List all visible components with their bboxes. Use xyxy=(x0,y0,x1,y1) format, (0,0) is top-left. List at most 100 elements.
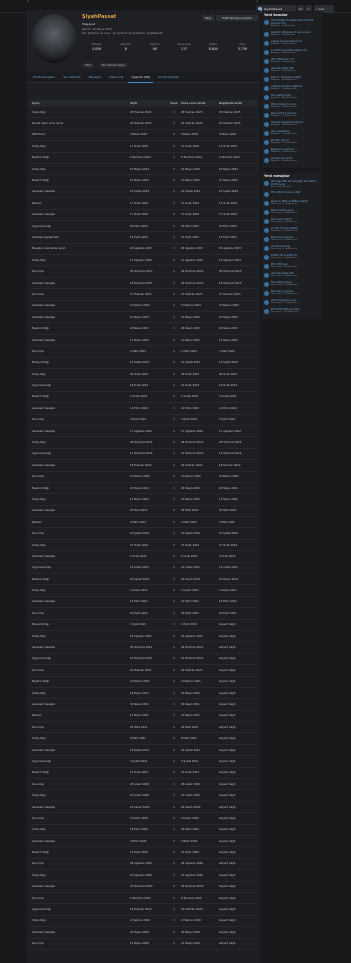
new-post-item[interactable]: RTX 4060 model ne 2GB xyxy=(264,191,320,198)
table-row[interactable]: Başlık kirliliği 27 Nisan 2024 1 27 Nisan 2… xyxy=(30,175,257,187)
table-cell[interactable]: Başlık kirliliği xyxy=(30,395,130,398)
table-cell[interactable]: Uygunsuz bilgi xyxy=(30,452,130,455)
table-row[interactable]: Yanlış bilgi 2 Haziran 2020 1 2 Haziran 202… xyxy=(30,916,257,928)
table-row[interactable]: Gereksiz mesajlar 10 Mayıs 2023 1 10 Mayıs … xyxy=(30,312,257,324)
table-cell[interactable]: Gereksiz mesajlar xyxy=(30,464,130,467)
column-header[interactable]: Tarih xyxy=(130,102,167,105)
new-post-item-title[interactable]: RTX 4060 model ne 2GB xyxy=(271,191,300,194)
table-row[interactable]: Mesajları okumadan yanıt 20 Ağustos 2023 1… xyxy=(30,244,257,256)
table-row[interactable]: Başlık kirliliği 2 Aralık 2022 1 2 Aralık 2… xyxy=(30,392,257,404)
table-row[interactable]: Gereksiz mesajlar 17 Ocak 2024 1 17 Ocak 20… xyxy=(30,210,257,221)
table-cell[interactable]: Başlık kirliliği xyxy=(30,680,130,683)
table-row[interactable]: Gereksiz mesajlar 30 Temmuz 2021 1 30 Temmu… xyxy=(30,642,257,654)
table-cell[interactable]: Başlık kirliliği xyxy=(30,851,130,854)
table-row[interactable]: Yanlış bilgi 18 Ekim 2020 1 18 Ekim 2020 Geç… xyxy=(30,825,257,836)
new-post-item[interactable]: İnternet kotası bitti Son mesaj · 9 dakik… xyxy=(264,272,320,279)
table-row[interactable]: Yanlış bilgi 10 Aralık 2020 1 10 Aralık 202… xyxy=(30,790,257,802)
table-cell[interactable]: Reklam xyxy=(30,714,130,717)
table-row[interactable]: Gereksiz mesajlar 18 Haziran 2022 1 18 Hazi… xyxy=(30,460,257,472)
table-row[interactable]: Uygunsuz bilgi 10 Temmuz 2021 1 10 Temmuz 2… xyxy=(30,654,257,666)
table-cell[interactable]: Başlık kirliliği xyxy=(30,578,130,581)
column-header[interactable]: Değişiklik tarihi xyxy=(219,102,257,105)
table-cell[interactable]: Yanlış bilgi xyxy=(30,111,130,114)
new-topic-item[interactable]: SSD T1 Theredpd sıcaklık Başlatan · 10 da… xyxy=(264,76,320,82)
table-cell[interactable]: Gereksiz mesajlar xyxy=(30,749,130,752)
table-row[interactable]: Gereksiz mesajlar 5 Haziran 2023 1 5 Hazira… xyxy=(30,301,257,313)
table-row[interactable]: Başlık kirliliği 26 Nisan 2023 1 26 Nisan 2… xyxy=(30,323,257,335)
table-cell[interactable]: Yanlış bilgi xyxy=(30,168,130,171)
table-cell[interactable]: Gereksiz mesajlar xyxy=(30,304,130,307)
new-topic-item[interactable]: 2 el PS5 Controller sağlıklı mı? Başlatan… xyxy=(264,49,320,55)
table-cell[interactable]: Yanlış bilgi xyxy=(30,919,130,922)
table-row[interactable]: Gereksiz mesajlar 20 Mayıs 2020 1 20 Mayıs … xyxy=(30,927,257,939)
table-cell[interactable]: Reklam xyxy=(30,202,130,205)
new-topic-item[interactable]: Randevu sorunları Başlatan · 25 dakika ön… xyxy=(264,157,320,163)
column-header[interactable]: Sona erme tarihi xyxy=(181,102,219,105)
table-row[interactable]: Gereksiz mesajlar 2 Ekim 2020 1 2 Ekim 2020… xyxy=(30,836,257,848)
table-row[interactable]: Başlık kirliliği 20 Mayıs 2022 1 20 Mayıs 2… xyxy=(30,483,257,495)
table-cell[interactable]: Kurala aykırı konu açma xyxy=(30,122,130,125)
table-cell[interactable]: Gereksiz mesajlar xyxy=(30,316,130,319)
table-cell[interactable]: Yanlış bilgi xyxy=(30,589,130,592)
table-cell[interactable]: Gereksiz mesajlar xyxy=(30,555,130,558)
table-row[interactable]: Uygunsuz bilgi 19 Ocak 2023 1 19 Ocak 2023 1… xyxy=(30,380,257,392)
table-cell[interactable]: Uygunsuz bilgi xyxy=(30,225,130,228)
new-topic-item[interactable]: Laptopa monitör bağlama Başlatan · 12 dak… xyxy=(264,85,320,91)
table-cell[interactable]: Uygunsuz bilgi xyxy=(30,760,130,763)
new-topic-item[interactable]: CPU-Z kullanım oranı Başlatan · 15 dakika… xyxy=(264,103,320,109)
table-row[interactable]: Başlık kirliliği 14 Eylül 2020 1 14 Eylül 2… xyxy=(30,847,257,859)
table-cell[interactable]: Yanlış bilgi xyxy=(30,441,130,444)
new-topic-item[interactable]: Ram yükseltme Başlatan · 20 dakika önce xyxy=(264,130,320,136)
table-cell[interactable]: Gereksiz mesajlar xyxy=(30,430,130,433)
table-row[interactable]: Konu Dışı 22 Haziran 2021 1 22 Haziran 2021… xyxy=(30,665,257,677)
table-row[interactable]: Gereksiz mesajlar 12 Ekim 2021 1 12 Ekim 20… xyxy=(30,597,257,609)
table-row[interactable]: Uygunsuz bilgi 14 Aralık 2021 1 14 Aralık 2… xyxy=(30,563,257,575)
prev-arrow-icon[interactable]: ‹ xyxy=(27,0,29,5)
table-row[interactable]: Gereksiz mesajlar 11 Nisan 2023 1 11 Nisan … xyxy=(30,335,257,347)
table-cell[interactable]: Mesaj kirliliği xyxy=(30,361,130,364)
table-row[interactable]: Uygunsuz bilgi 3 Şubat 2021 1 3 Şubat 2021 G… xyxy=(30,756,257,768)
table-cell[interactable]: Gereksiz mesajlar xyxy=(30,509,130,512)
table-row[interactable]: Konu Dışı 25 Mart 2021 1 25 Mart 2021 Geçerl… xyxy=(30,722,257,734)
new-topic-item[interactable]: Thermaltake PureStar Sprint 550 W bozuld… xyxy=(264,19,320,28)
new-topic-item[interactable]: Monitör sorunu Başlatan · 21 dakika önce xyxy=(264,139,320,145)
table-row[interactable]: Gereksiz mesajlar 19 Şubat 2021 1 19 Şubat … xyxy=(30,745,257,757)
table-cell[interactable]: Başlık kirliliği xyxy=(30,487,130,490)
table-row[interactable]: Başlık kirliliği 22 Kasım 2021 1 22 Kasım 2… xyxy=(30,574,257,586)
table-row[interactable]: Konu Dışı 5 Kasım 2020 1 5 Kasım 2020 Geçerl… xyxy=(30,813,257,825)
table-row[interactable]: Konu Dışı 1 Mart 2023 1 1 Mart 2023 1 Mart 2… xyxy=(30,346,257,358)
table-cell[interactable]: Gereksiz mesajlar xyxy=(30,885,130,888)
new-post-item[interactable]: CPU-Z kullanım oranı Son mesaj · 12 dakik… xyxy=(264,299,320,306)
follow-button[interactable]: Takip xyxy=(202,15,214,21)
table-row[interactable]: Yanlış bilgi 18 Mayıs 2021 1 18 Mayıs 2021 G… xyxy=(30,688,257,700)
table-cell[interactable]: Konu Dışı xyxy=(30,726,130,729)
new-topic-item[interactable]: Bilgisayar açılmıyor Başlatan · 23 dakika… xyxy=(264,148,320,154)
table-cell[interactable]: Konu Dışı xyxy=(30,862,130,865)
table-cell[interactable]: Yanlış bilgi xyxy=(30,874,130,877)
table-cell[interactable]: Uygunsuz bilgi xyxy=(30,384,130,387)
table-cell[interactable]: Başlık kirliliği xyxy=(30,156,130,159)
table-cell[interactable]: Başlık kirliliği xyxy=(30,771,130,774)
table-row[interactable]: Konu Dışı 9 Haziran 2022 1 9 Haziran 2022 9 … xyxy=(30,472,257,483)
table-row[interactable]: Yanlış bilgi 28 Temmuz 2022 1 28 Temmuz 202… xyxy=(30,437,257,449)
new-topic-item[interactable]: RTX 3060 alınır mı? Başlatan · 8 dakika ö… xyxy=(264,58,320,64)
table-cell[interactable]: Yanlış bilgi xyxy=(30,544,130,547)
table-row[interactable]: Gereksiz mesajlar 18 Temmuz 2023 1 18 Temmu… xyxy=(30,278,257,290)
table-cell[interactable]: Uygunsuz bilgi xyxy=(30,908,130,911)
table-row[interactable]: Kurala aykırı konu açma 22 Haziran 2025 1 2… xyxy=(30,118,257,130)
table-row[interactable]: Reklam 12 Nisan 2021 1 12 Nisan 2021 Geçerli… xyxy=(30,711,257,723)
table-row[interactable]: Yanlış bilgi 8 Mart 2021 1 8 Mart 2021 Geçer… xyxy=(30,733,257,745)
table-row[interactable]: Yanlış bilgi 10 Ağustos 2020 1 10 Ağustos 2… xyxy=(30,870,257,882)
table-cell[interactable]: Yanlış bilgi xyxy=(30,498,130,501)
avatar[interactable] xyxy=(32,14,76,63)
new-post-item[interactable]: 10 Dizi 75 azar tahtası Son mesaj · 4 dak… xyxy=(264,227,320,234)
tab-item[interactable]: Hakkında xyxy=(106,72,126,82)
table-cell[interactable]: Mesajları okumadan yanıt xyxy=(30,247,130,250)
tab-item[interactable]: Mesajlar xyxy=(86,72,105,82)
table-row[interactable]: Yanlış bilgi 10 Mayıs 2024 1 10 Mayıs 2024 1… xyxy=(30,164,257,176)
table-row[interactable]: Gereksiz mesajlar 5 Ocak 2022 1 5 Ocak 2022… xyxy=(30,551,257,563)
table-row[interactable]: Gereksiz mesajlar 25 Mart 2022 1 25 Mart 20… xyxy=(30,506,257,518)
new-post-item[interactable]: Stronger SSD Yaz Intensity Yeni Batch Pe… xyxy=(264,180,320,189)
table-cell[interactable]: Yanlış bilgi xyxy=(30,692,130,695)
table-row[interactable]: Gereksiz mesajlar 10 Şubat 2024 1 10 Şubat … xyxy=(30,187,257,199)
